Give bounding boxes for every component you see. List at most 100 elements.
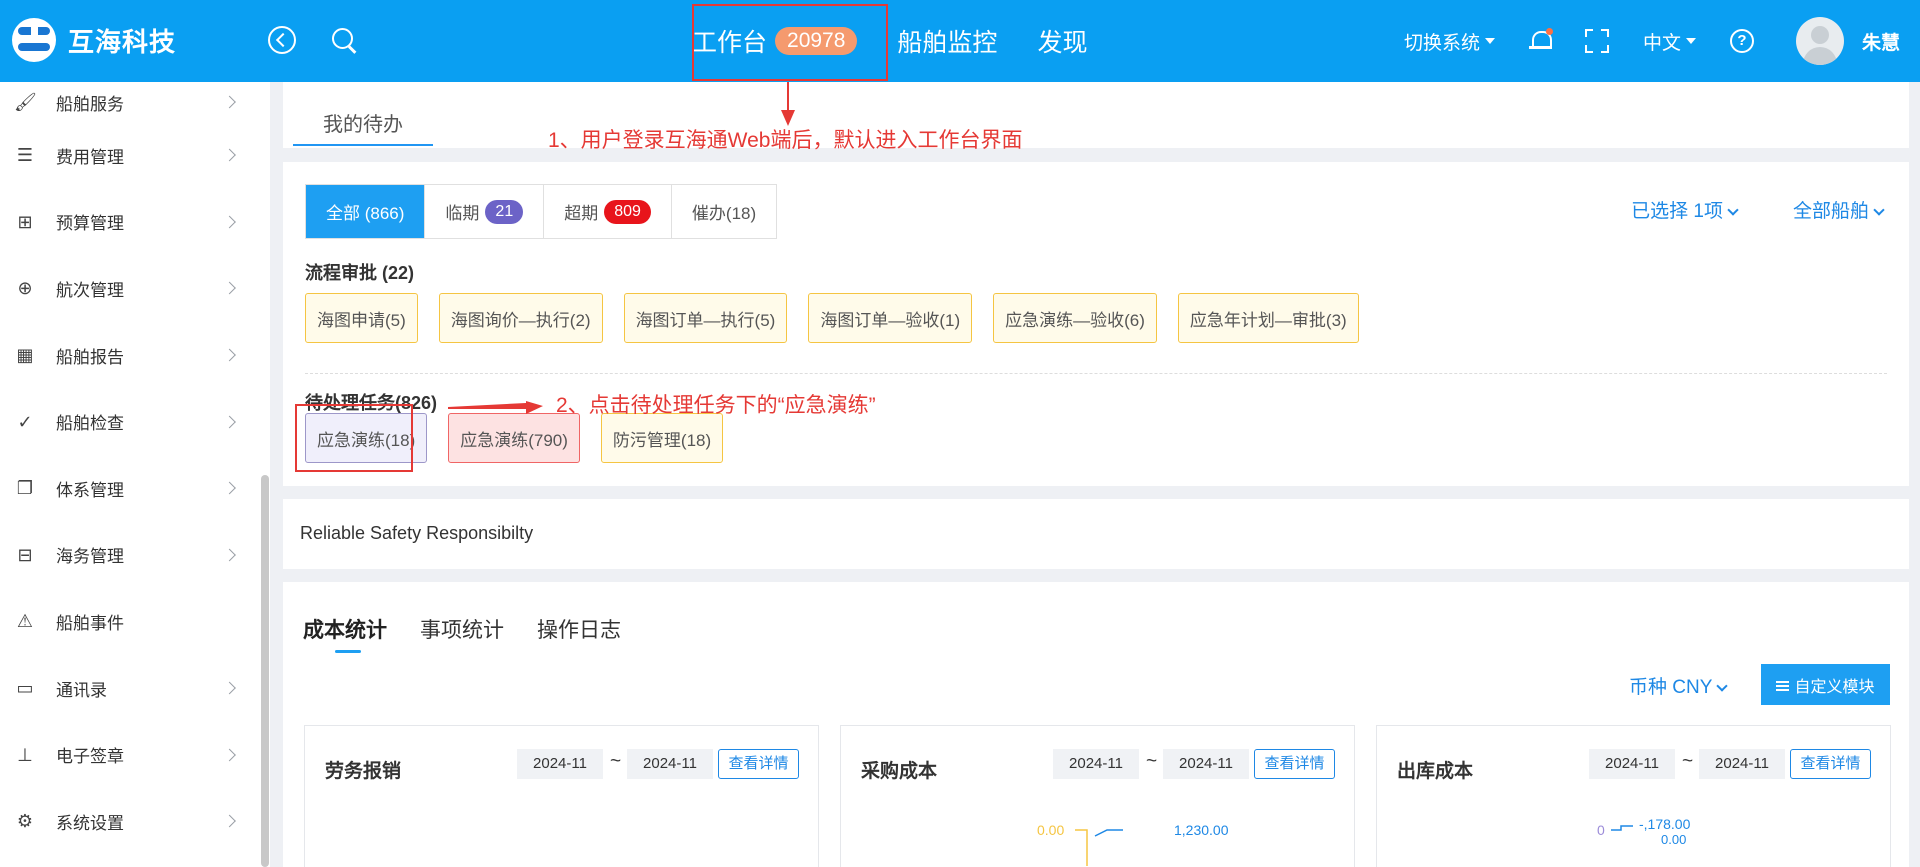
- date-separator: ~: [610, 751, 622, 772]
- date-to-picker[interactable]: 2024-11: [1699, 749, 1785, 779]
- sidebar-item-label: 海务管理: [56, 547, 124, 567]
- calculator-icon: ⊞: [17, 211, 33, 232]
- cost-card-outbound: 出库成本 2024-11 ~ 2024-11 查看详情 0 -,178.00 0…: [1376, 725, 1891, 867]
- sidebar-item-ship-inspection[interactable]: ✓ 船舶检查: [0, 388, 270, 455]
- sidebar-item-settings[interactable]: ⚙ 系统设置: [0, 788, 270, 855]
- approval-chip[interactable]: 海图订单—执行(5): [623, 293, 788, 343]
- paint-roller-icon: 🖌: [14, 92, 37, 112]
- top-bar: 互海科技 工作台 20978 船舶监控 发现 切换系统 中文 ? 朱慧: [0, 0, 1920, 82]
- sidebar-item-contacts[interactable]: ▭ 通讯录: [0, 655, 270, 722]
- language-dropdown[interactable]: 中文: [1643, 28, 1696, 55]
- nav-ship-monitor[interactable]: 船舶监控: [897, 23, 997, 59]
- motto-text: Reliable Safety Responsibilty: [300, 523, 534, 543]
- view-details-button[interactable]: 查看详情: [718, 749, 799, 779]
- back-icon[interactable]: [268, 26, 296, 54]
- sidebar-item-label: 费用管理: [56, 147, 124, 167]
- approval-chip[interactable]: 应急演练—验收(6): [993, 293, 1157, 343]
- brand-name: 互海科技: [68, 26, 177, 57]
- chevron-right-icon: [223, 148, 236, 162]
- help-button[interactable]: ?: [1729, 29, 1754, 53]
- filter-all[interactable]: 全部 (866): [306, 185, 426, 238]
- date-from-picker[interactable]: 2024-11: [1589, 749, 1675, 779]
- sidebar-item-label: 系统设置: [56, 813, 124, 833]
- calendar-icon: ▦: [16, 345, 34, 366]
- sidebar-item-voyage[interactable]: ⊕ 航次管理: [0, 255, 270, 322]
- bell-icon: [1528, 28, 1553, 53]
- sidebar-item-label: 预算管理: [56, 214, 124, 234]
- chart-line: [1611, 825, 1633, 831]
- approval-chip[interactable]: 海图订单—验收(1): [808, 293, 973, 343]
- notification-button[interactable]: [1528, 28, 1553, 53]
- ship-dropdown[interactable]: 全部船舶: [1765, 196, 1885, 223]
- nav-discover[interactable]: 发现: [1037, 23, 1087, 59]
- tab-operation-log[interactable]: 操作日志: [537, 614, 621, 644]
- stats-panel: 成本统计 事项统计 操作日志 币种 CNY 自定义模块 劳务报销 2024-11…: [283, 582, 1909, 867]
- stats-tabs: 成本统计 事项统计 操作日志: [303, 614, 654, 653]
- sidebar-item-budget[interactable]: ⊞ 预算管理: [0, 189, 270, 256]
- approval-chip[interactable]: 海图申请(5): [305, 293, 418, 343]
- warning-icon: ⚠: [16, 611, 34, 632]
- tab-cost-stats[interactable]: 成本统计: [303, 614, 387, 653]
- view-details-button[interactable]: 查看详情: [1254, 749, 1335, 779]
- chart-label: 0: [1597, 822, 1605, 838]
- todo-panel: 全部 (866) 临期 21 超期 809 催办(18) 已选择 1项 全部船舶…: [283, 162, 1909, 486]
- approval-chip[interactable]: 应急年计划—审批(3): [1177, 293, 1359, 343]
- tab-item-stats[interactable]: 事项统计: [420, 614, 504, 644]
- selected-dropdown[interactable]: 已选择 1项: [1603, 196, 1739, 223]
- annotation-step-2: 2、点击待处理任务下的“应急演练”: [556, 394, 876, 417]
- sidebar-scrollbar[interactable]: [261, 475, 269, 867]
- currency-dropdown[interactable]: 币种 CNY: [1629, 672, 1729, 699]
- chevron-down-icon: [1727, 204, 1739, 216]
- overdue-count-badge: 809: [604, 199, 651, 224]
- search-icon[interactable]: [330, 26, 358, 54]
- view-details-button[interactable]: 查看详情: [1790, 749, 1871, 779]
- sidebar-item-marine-affairs[interactable]: ⊟ 海务管理: [0, 522, 270, 589]
- card-title: 出库成本: [1397, 761, 1474, 782]
- cost-card-purchase: 采购成本 2024-11 ~ 2024-11 查看详情 0.00 1,230.0…: [840, 725, 1355, 867]
- help-icon: ?: [1729, 29, 1754, 53]
- sidebar-item-label: 通讯录: [56, 680, 107, 700]
- chevron-down-icon: [1716, 680, 1729, 692]
- date-to-picker[interactable]: 2024-11: [627, 749, 713, 779]
- sidebar-item-label: 船舶服务: [56, 94, 124, 114]
- caret-down-icon: [1685, 38, 1696, 44]
- date-to-picker[interactable]: 2024-11: [1163, 749, 1249, 779]
- chart-label: 0.00: [1037, 822, 1065, 838]
- filter-urge[interactable]: 催办(18): [672, 185, 776, 238]
- avatar: [1795, 17, 1844, 65]
- tab-my-todo[interactable]: 我的待办: [293, 108, 433, 146]
- sidebar-item-expense[interactable]: ☰ 费用管理: [0, 122, 270, 189]
- sidebar-item-ship-incident[interactable]: ⚠ 船舶事件: [0, 588, 270, 655]
- fullscreen-button[interactable]: [1584, 29, 1609, 53]
- approval-section-title: 流程审批 (22): [305, 263, 415, 283]
- sidebar-item-label: 船舶事件: [56, 613, 124, 633]
- highlight-box-workbench: [692, 4, 888, 81]
- sidebar-item-e-signature[interactable]: ⊥ 电子签章: [0, 721, 270, 788]
- caret-down-icon: [1484, 38, 1495, 44]
- sidebar-item-system-mgmt[interactable]: ❐ 体系管理: [0, 455, 270, 522]
- chevron-right-icon: [223, 348, 236, 362]
- stamp-icon: ⊥: [17, 744, 33, 765]
- ship-label: 全部船舶: [1792, 201, 1869, 222]
- filter-overdue-label: 超期: [564, 204, 599, 223]
- custom-module-label: 自定义模块: [1794, 678, 1875, 696]
- brand-logo[interactable]: 互海科技: [12, 18, 176, 62]
- switch-system-dropdown[interactable]: 切换系统: [1404, 28, 1495, 55]
- sidebar-item-label: 航次管理: [56, 280, 124, 300]
- user-menu[interactable]: 朱慧: [1795, 17, 1900, 65]
- selected-label: 已选择 1项: [1631, 201, 1723, 222]
- filter-overdue[interactable]: 超期 809: [544, 185, 672, 238]
- date-from-picker[interactable]: 2024-11: [1053, 749, 1139, 779]
- chevron-right-icon: [223, 681, 236, 695]
- near-due-count-badge: 21: [485, 199, 524, 224]
- custom-module-button[interactable]: 自定义模块: [1761, 664, 1890, 705]
- filter-near-due[interactable]: 临期 21: [425, 185, 545, 238]
- date-from-picker[interactable]: 2024-11: [517, 749, 603, 779]
- approval-chip[interactable]: 海图询价—执行(2): [438, 293, 603, 343]
- sidebar-item-ship-service[interactable]: 🖌 船舶服务: [0, 82, 270, 122]
- pending-chip-pollution[interactable]: 防污管理(18): [600, 413, 724, 463]
- pending-chip-emergency-drill-overdue[interactable]: 应急演练(790): [448, 413, 580, 463]
- username: 朱慧: [1861, 32, 1900, 54]
- todo-tab-strip: 我的待办: [283, 82, 1909, 148]
- sidebar-item-ship-report[interactable]: ▦ 船舶报告: [0, 322, 270, 389]
